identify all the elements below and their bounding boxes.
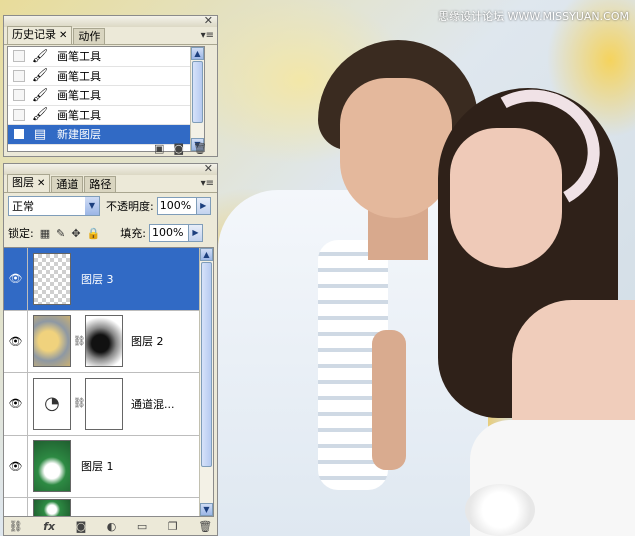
layer-row-selected[interactable]: 👁 图层 3 bbox=[4, 248, 213, 311]
lock-options: ▦ ✎ ✥ 🔒 bbox=[40, 227, 101, 240]
blend-mode-select[interactable]: 正常 ▼ bbox=[8, 196, 100, 216]
history-item[interactable]: 🖌 画笔工具 bbox=[8, 67, 204, 86]
fill-label: 填充: bbox=[120, 227, 146, 240]
panel-menu-icon[interactable]: ▾≡ bbox=[201, 178, 214, 189]
photo-flower bbox=[465, 484, 535, 536]
close-icon[interactable]: ✕ bbox=[204, 163, 213, 174]
history-source-checkbox[interactable] bbox=[13, 108, 25, 121]
layer-row[interactable]: 👁 ◔ ⛓ 通道混... bbox=[4, 373, 213, 436]
eye-icon[interactable]: 👁 bbox=[4, 373, 28, 435]
history-footer: ▣ ◙ 🗑 bbox=[4, 140, 217, 156]
link-chain-icon: ⛓ bbox=[73, 335, 86, 347]
layer-name: 通道混... bbox=[131, 397, 175, 411]
scroll-up-icon[interactable]: ▲ bbox=[200, 248, 213, 261]
tab-history[interactable]: 历史记录 ✕ bbox=[7, 26, 73, 44]
chevron-down-icon: ▼ bbox=[85, 197, 99, 215]
tab-close-icon[interactable]: ✕ bbox=[37, 178, 45, 189]
layer-thumbnail bbox=[33, 440, 71, 493]
history-panel: ✕ 历史记录 ✕ 动作 ▾≡ 🖌 画笔工具 🖌 画笔工具 🖌 画笔工具 🖌 画笔工… bbox=[3, 15, 218, 157]
brush-icon: 🖌 bbox=[31, 87, 49, 103]
history-source-checkbox[interactable] bbox=[13, 89, 25, 102]
scroll-up-icon[interactable]: ▲ bbox=[191, 47, 204, 60]
trash-icon[interactable]: 🗑 bbox=[193, 142, 207, 155]
channel-mixer-icon: ◔ bbox=[33, 377, 71, 430]
panel-menu-icon[interactable]: ▾≡ bbox=[201, 30, 214, 41]
link-chain-icon: ⛓ bbox=[73, 398, 86, 410]
eye-icon[interactable]: 👁 bbox=[4, 435, 28, 497]
tab-paths[interactable]: 路径 bbox=[84, 176, 117, 192]
tab-layers[interactable]: 图层 ✕ bbox=[7, 174, 51, 192]
layer-row[interactable]: 👁 图层 1 bbox=[4, 435, 213, 498]
brush-icon: 🖌 bbox=[31, 68, 49, 84]
opacity-input[interactable]: 100% bbox=[156, 197, 197, 215]
history-item[interactable]: 🖌 画笔工具 bbox=[8, 86, 204, 106]
lock-fill-row: 锁定: ▦ ✎ ✥ 🔒 填充: 100% ▶ bbox=[8, 222, 213, 244]
mask-icon[interactable]: ◙ bbox=[76, 520, 87, 533]
close-icon[interactable]: ✕ bbox=[204, 15, 213, 26]
lock-all-icon[interactable]: 🔒 bbox=[87, 227, 101, 240]
brush-icon: 🖌 bbox=[31, 107, 49, 123]
brush-icon: 🖌 bbox=[31, 48, 49, 64]
folder-icon[interactable]: ▭ bbox=[137, 520, 147, 533]
history-source-checkbox[interactable] bbox=[13, 69, 25, 82]
layer-row[interactable] bbox=[4, 498, 213, 516]
layer-thumbnail bbox=[33, 252, 71, 305]
scroll-thumb[interactable] bbox=[192, 61, 203, 123]
new-layer-icon[interactable]: ❐ bbox=[168, 520, 178, 533]
history-scrollbar[interactable]: ▲ ▼ bbox=[190, 47, 204, 151]
snapshot-icon[interactable]: ◙ bbox=[173, 142, 184, 155]
history-source-checkbox[interactable] bbox=[13, 50, 25, 63]
layer-name: 图层 2 bbox=[131, 335, 164, 349]
history-source-checkbox[interactable] bbox=[13, 128, 25, 141]
layers-tabs: 图层 ✕ 通道 路径 ▾≡ bbox=[4, 174, 217, 193]
lock-transparent-icon[interactable]: ▦ bbox=[40, 227, 50, 240]
history-item[interactable]: 🖌 画笔工具 bbox=[8, 106, 204, 125]
watermark: 思缘设计论坛 WWW.MISSYUAN.COM bbox=[438, 10, 629, 23]
lock-position-icon[interactable]: ✥ bbox=[71, 227, 80, 240]
layer-row[interactable]: 👁 ⛓ 图层 2 bbox=[4, 310, 213, 373]
history-list: 🖌 画笔工具 🖌 画笔工具 🖌 画笔工具 🖌 画笔工具 ▤ 新建图层 ▲ ▼ bbox=[7, 46, 205, 152]
tab-channels[interactable]: 通道 bbox=[51, 176, 84, 192]
tab-actions[interactable]: 动作 bbox=[73, 28, 106, 44]
lock-label: 锁定: bbox=[8, 227, 34, 240]
eye-icon[interactable] bbox=[4, 498, 28, 516]
history-tabs: 历史记录 ✕ 动作 ▾≡ bbox=[4, 26, 217, 45]
scroll-thumb[interactable] bbox=[201, 262, 212, 467]
tab-close-icon[interactable]: ✕ bbox=[59, 30, 67, 41]
layer-mask-thumbnail[interactable] bbox=[85, 315, 123, 368]
lock-image-icon[interactable]: ✎ bbox=[56, 227, 65, 240]
create-document-icon[interactable]: ▣ bbox=[154, 142, 164, 155]
eye-icon[interactable]: 👁 bbox=[4, 248, 28, 310]
adjustment-icon[interactable]: ◐ bbox=[107, 520, 117, 533]
fill-input[interactable]: 100% bbox=[148, 224, 189, 242]
link-icon[interactable]: ⛓ bbox=[9, 520, 23, 533]
blend-opacity-row: 正常 ▼ 不透明度: 100% ▶ bbox=[8, 195, 213, 217]
layer-name: 图层 1 bbox=[81, 460, 114, 474]
trash-icon[interactable]: 🗑 bbox=[198, 520, 212, 533]
opacity-slider-arrow-icon[interactable]: ▶ bbox=[196, 197, 211, 215]
photo-chest bbox=[372, 330, 406, 470]
fx-icon[interactable]: fx bbox=[43, 520, 55, 533]
eye-icon[interactable]: 👁 bbox=[4, 310, 28, 372]
layer-thumbnail bbox=[33, 498, 71, 516]
layers-footer: ⛓ fx ◙ ◐ ▭ ❐ 🗑 bbox=[3, 518, 218, 534]
layers-list: 👁 图层 3 👁 ⛓ 图层 2 👁 ◔ ⛓ 通道混... 👁 图层 1 ▲ ▼ bbox=[3, 247, 214, 517]
history-item[interactable]: 🖌 画笔工具 bbox=[8, 47, 204, 67]
opacity-label: 不透明度: bbox=[106, 200, 154, 213]
layers-scrollbar[interactable]: ▲ ▼ bbox=[199, 248, 213, 516]
layer-mask-thumbnail[interactable] bbox=[85, 377, 123, 430]
scroll-down-icon[interactable]: ▼ bbox=[200, 503, 213, 516]
photo-man-face bbox=[340, 78, 452, 218]
layer-name: 图层 3 bbox=[81, 272, 114, 286]
layer-thumbnail bbox=[33, 315, 71, 368]
fill-slider-arrow-icon[interactable]: ▶ bbox=[188, 224, 203, 242]
